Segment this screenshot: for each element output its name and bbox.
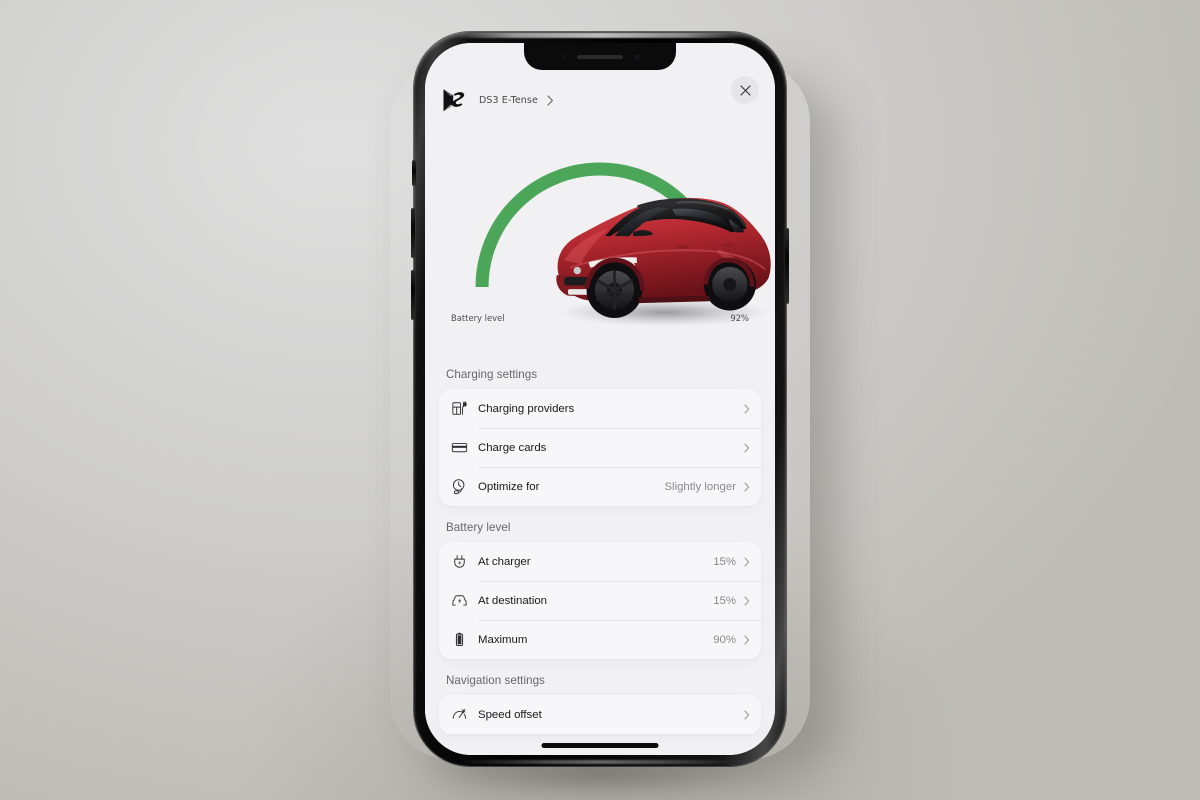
battery-icon bbox=[450, 630, 469, 649]
row-value: Slightly longer bbox=[664, 480, 736, 493]
volume-down-button[interactable] bbox=[411, 270, 415, 320]
row-charge-cards[interactable]: Charge cards bbox=[439, 428, 761, 467]
power-button[interactable] bbox=[785, 228, 789, 304]
close-button[interactable] bbox=[731, 76, 759, 104]
charging-station-icon bbox=[450, 399, 469, 418]
chevron-right-icon bbox=[744, 709, 750, 720]
phone-screen: DS3 E-Tense Battery level 92% Charging s… bbox=[425, 43, 775, 755]
chevron-right-icon bbox=[744, 481, 750, 492]
app-container: DS3 E-Tense Battery level 92% Charging s… bbox=[425, 43, 775, 755]
card-charging-settings: Charging providers Charge cards Optimize… bbox=[439, 389, 761, 506]
row-label: At charger bbox=[478, 555, 531, 568]
row-speed-offset[interactable]: Speed offset bbox=[439, 695, 761, 734]
battery-gauge-section: Battery level 92% bbox=[425, 121, 775, 353]
row-at-destination[interactable]: At destination 15% bbox=[439, 581, 761, 620]
clock-plug-icon bbox=[450, 477, 469, 496]
section-title-charging-settings: Charging settings bbox=[446, 368, 538, 381]
car-bolt-icon bbox=[450, 591, 469, 610]
battery-gauge bbox=[472, 137, 771, 327]
row-at-charger[interactable]: At charger 15% bbox=[439, 542, 761, 581]
phone-device: DS3 E-Tense Battery level 92% Charging s… bbox=[411, 32, 789, 766]
vehicle-name: DS3 E-Tense bbox=[479, 94, 538, 106]
front-sensor-icon bbox=[559, 53, 567, 60]
plug-bolt-icon bbox=[450, 552, 469, 571]
scene-background: DS3 E-Tense Battery level 92% Charging s… bbox=[0, 0, 1200, 800]
front-camera-icon bbox=[632, 52, 641, 61]
silent-switch[interactable] bbox=[412, 160, 416, 186]
row-label: Maximum bbox=[478, 633, 528, 646]
row-label: Charging providers bbox=[478, 402, 575, 415]
speedometer-icon bbox=[450, 705, 469, 724]
row-label: At destination bbox=[478, 594, 548, 607]
row-label: Speed offset bbox=[478, 708, 542, 721]
ds-automobiles-logo-icon bbox=[441, 86, 467, 114]
chevron-right-icon bbox=[744, 634, 750, 645]
chevron-right-icon bbox=[744, 442, 750, 453]
row-label: Optimize for bbox=[478, 480, 540, 493]
vehicle-chevron-right-icon[interactable] bbox=[547, 94, 554, 106]
chevron-right-icon bbox=[744, 595, 750, 606]
close-icon bbox=[739, 84, 751, 96]
chevron-right-icon bbox=[744, 403, 750, 414]
phone-notch bbox=[524, 43, 676, 70]
settings-list: Charging settings Charging providers Cha… bbox=[425, 353, 775, 755]
section-title-navigation-settings: Navigation settings bbox=[446, 674, 545, 687]
row-value: 15% bbox=[713, 594, 736, 607]
row-label: Charge cards bbox=[478, 441, 547, 454]
vehicle-image bbox=[533, 171, 771, 327]
volume-up-button[interactable] bbox=[411, 208, 415, 258]
credit-card-icon bbox=[450, 438, 469, 457]
card-battery-level: At charger 15% At destination 15% Maximu… bbox=[439, 542, 761, 659]
section-title-battery-level: Battery level bbox=[446, 521, 511, 534]
chevron-right-icon bbox=[744, 556, 750, 567]
row-charging-providers[interactable]: Charging providers bbox=[439, 389, 761, 428]
earpiece-speaker bbox=[576, 54, 623, 59]
gauge-label: Battery level bbox=[451, 313, 505, 323]
card-navigation-settings: Speed offset bbox=[439, 695, 761, 734]
row-maximum[interactable]: Maximum 90% bbox=[439, 620, 761, 659]
row-value: 90% bbox=[713, 633, 736, 646]
gauge-labels: Battery level 92% bbox=[451, 313, 749, 323]
gauge-value: 92% bbox=[730, 313, 749, 323]
home-indicator[interactable] bbox=[541, 743, 659, 748]
row-optimize-for[interactable]: Optimize for Slightly longer bbox=[439, 467, 761, 506]
row-value: 15% bbox=[713, 555, 736, 568]
